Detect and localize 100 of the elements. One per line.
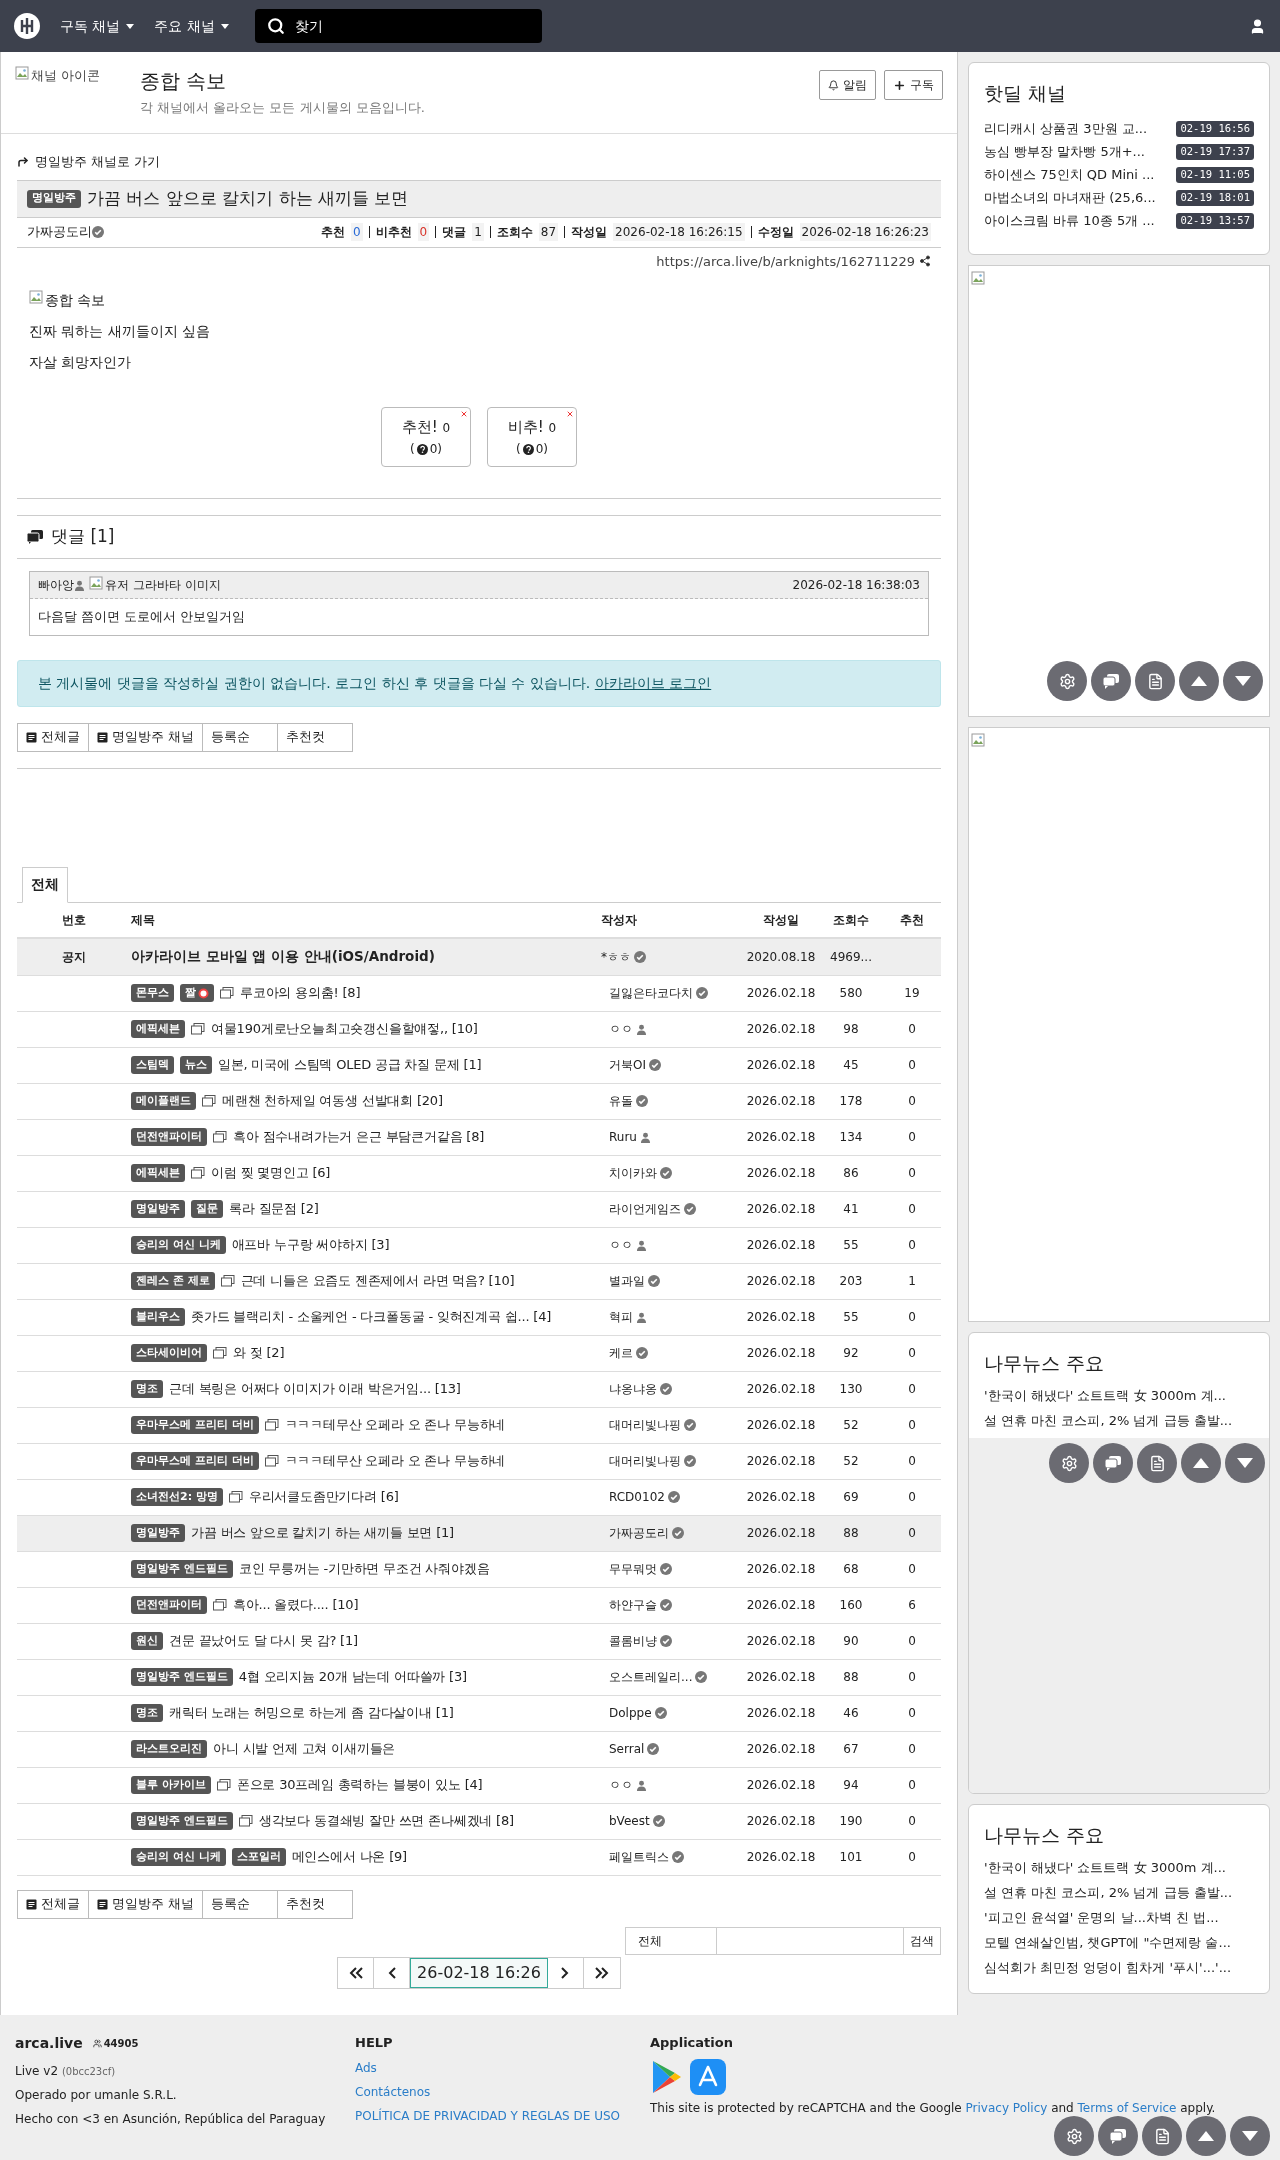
search-input[interactable]: 찾기: [294, 15, 525, 37]
document-button[interactable]: [1142, 2116, 1182, 2156]
search-scope-select[interactable]: 전체: [625, 1926, 717, 1955]
nav-dropdown[interactable]: 구독 채널: [60, 15, 135, 37]
app-store-icon[interactable]: [690, 2058, 726, 2095]
news-link[interactable]: 모텔 연쇄살인범, 챗GPT에 "수면제랑 술...: [984, 1932, 1254, 1958]
post-title-link[interactable]: 근데 복링은 어쩌다 이미지가 이래 박은거임... [13]: [169, 1379, 461, 1399]
post-title-link[interactable]: 흑아 점수내려가는거 은근 부담큰거같음 [8]: [233, 1127, 485, 1147]
post-title-link[interactable]: 근데 니들은 요즘도 젠존제에서 라면 먹음? [10]: [240, 1271, 515, 1291]
author-name: *ㅎㅎ: [601, 948, 631, 966]
channel-action-button[interactable]: 알림: [819, 70, 876, 100]
hot-deal-link[interactable]: 하이센스 75인치 QD Mini ...: [984, 165, 1155, 185]
post-title-link[interactable]: 견문 끝났어도 달 다시 못 감? [1]: [169, 1631, 358, 1651]
settings-button[interactable]: [1047, 661, 1087, 701]
list-button[interactable]: 추천컷: [277, 722, 353, 752]
channel-action-button[interactable]: 구독: [884, 70, 943, 100]
up-button[interactable]: [1186, 2116, 1226, 2156]
post-title-link[interactable]: 코인 무릉꺼는 -기만하면 무조건 사줘야겠음: [238, 1559, 490, 1579]
terms-link[interactable]: Terms of Service: [1077, 2100, 1177, 2115]
post-title-link[interactable]: 우리서클도좀만기다려 [6]: [248, 1487, 399, 1507]
user-icon[interactable]: [1249, 17, 1266, 35]
login-link[interactable]: 아카라이브 로그인: [594, 674, 712, 691]
footer-link[interactable]: POLÍTICA DE PRIVACIDAD Y REGLAS DE USO: [355, 2106, 650, 2125]
notice-title[interactable]: 아카라이브 모바일 앱 이용 안내(iOS/Android): [131, 946, 601, 967]
news-link[interactable]: '한국이 해냈다' 쇼트트랙 女 3000m 계...: [984, 1857, 1254, 1883]
post-title-link[interactable]: 메랜챈 천하제일 여동생 선발대회 [20]: [222, 1091, 443, 1111]
list-button[interactable]: 전체글: [17, 722, 89, 752]
comment-author[interactable]: 빠아앙: [38, 576, 74, 594]
post-date: 2026.02.18: [745, 985, 817, 1002]
news-link[interactable]: 설 연휴 마친 코스피, 2% 넘게 급등 출발...: [984, 1882, 1254, 1908]
post-title-link[interactable]: 생각보다 동결쇄빙 잘만 쓰면 존나쎄겠네 [8]: [258, 1811, 514, 1831]
current-page[interactable]: 26-02-18 16:26: [410, 1957, 548, 1988]
post-title-link[interactable]: 이럼 찢 몇명인고 [6]: [211, 1163, 331, 1183]
news-link[interactable]: '피고인 윤석열' 운명의 날...차벽 친 법...: [984, 1907, 1254, 1933]
post-title-link[interactable]: 일본, 미국에 스팀덱 OLED 공급 차질 문제 [1]: [218, 1055, 482, 1075]
news-link[interactable]: 설 연휴 마친 코스피, 2% 넘게 급등 출발...: [984, 1410, 1254, 1436]
search-button[interactable]: 검색: [903, 1926, 941, 1955]
nav-dropdown[interactable]: 주요 채널: [154, 15, 229, 37]
footer-version: Live v2: [15, 2064, 59, 2078]
list-button[interactable]: 추천컷: [277, 1889, 353, 1919]
list-button[interactable]: 등록순: [202, 1889, 278, 1919]
post-title-link[interactable]: 캐릭터 노래는 허밍으로 하는게 좀 감다살이내 [1]: [169, 1703, 454, 1723]
news-link[interactable]: 심석회가 최민정 엉덩이 힘차게 '푸시'...'...: [984, 1957, 1254, 1983]
down-button[interactable]: [1223, 661, 1263, 701]
post-title-link[interactable]: 아니 시발 언제 고쳐 이새끼들은: [213, 1739, 396, 1759]
share-icon[interactable]: [919, 255, 931, 268]
board-tab[interactable]: 전체: [22, 866, 68, 903]
list-button[interactable]: 전체글: [17, 1889, 89, 1919]
author-name: Dolppe: [609, 1705, 652, 1722]
author-name: 케르: [609, 1345, 633, 1362]
up-button[interactable]: [1179, 661, 1219, 701]
hot-deal-link[interactable]: 리디캐시 상품권 3만원 교...: [984, 119, 1148, 139]
post-title-link[interactable]: 루코아의 용의춤! [8]: [240, 983, 361, 1003]
post-title-link[interactable]: 좃가드 블랙리치 - 소울케언 - 다크폴동굴 - 잊혀진계곡 쉽... [4]: [191, 1307, 552, 1327]
list-button[interactable]: 명일방주 채널: [88, 1889, 203, 1919]
list-button[interactable]: 명일방주 채널: [88, 722, 203, 752]
privacy-policy-link[interactable]: Privacy Policy: [965, 2100, 1048, 2115]
post-row[interactable]: 명일방주 가끔 버스 앞으로 칼치기 하는 새끼들 보면 [1] 가짜공도리 2026.02.18 88 0: [17, 1515, 941, 1552]
author-name: 라이언게임즈: [609, 1201, 681, 1218]
post-title-link[interactable]: 와 젖 [2]: [233, 1343, 285, 1363]
search-field[interactable]: 찾기: [254, 9, 542, 43]
search-input[interactable]: [717, 1926, 903, 1955]
post-title-link[interactable]: 흑아... 올렸다.... [10]: [233, 1595, 359, 1615]
footer-link[interactable]: Contáctenos: [355, 2082, 650, 2101]
logo-icon[interactable]: [14, 13, 40, 39]
view-count: 98: [842, 1021, 860, 1038]
view-count: 90: [842, 1633, 860, 1650]
post-title-link[interactable]: 애프바 누구랑 써야하지 [3]: [231, 1235, 390, 1255]
comments-button[interactable]: [1098, 2116, 1138, 2156]
document-icon: [97, 731, 108, 743]
verified-icon: [634, 950, 646, 963]
footer-link[interactable]: Ads: [355, 2058, 650, 2077]
settings-button[interactable]: [1054, 2116, 1094, 2156]
broken-image-icon: [89, 575, 103, 590]
down-button[interactable]: [1230, 2116, 1270, 2156]
hot-deal-link[interactable]: 아이스크림 바류 10종 5개 ...: [984, 211, 1155, 231]
category-badge: 에픽세븐: [131, 1020, 185, 1038]
notice-row[interactable]: 공지 아카라이브 모바일 앱 이용 안내(iOS/Android) *ㅎㅎ 2020.08.18 4969...: [17, 938, 941, 976]
news-link[interactable]: '한국이 해냈다' 쇼트트랙 女 3000m 계...: [984, 1385, 1254, 1411]
vote-button[interactable]: 추천! 0 ( 0): [381, 407, 471, 467]
post-title-link[interactable]: 4협 오리지늄 20개 남는데 어따쓸까 [3]: [238, 1667, 467, 1687]
hot-deal-link[interactable]: 농심 빵부장 말차빵 5개+...: [984, 142, 1145, 162]
post-title-link[interactable]: ㅋㅋㅋ테무산 오페라 오 존나 무능하네: [284, 1415, 506, 1435]
comments-button[interactable]: [1091, 661, 1131, 701]
stat-label: 비추천: [375, 224, 412, 241]
category-badge: 명일방주 엔드필드: [131, 1560, 233, 1578]
post-title-link[interactable]: 여물190게로난오늘최고숏갱신을할얘젛,, [10]: [211, 1019, 478, 1039]
post-title-link[interactable]: 폰으로 30프레임 총력하는 블붕이 있노 [4]: [236, 1775, 483, 1795]
list-button[interactable]: 등록순: [202, 722, 278, 752]
post-title-link[interactable]: 메인스에서 나온 [9]: [291, 1847, 407, 1867]
post-author[interactable]: 가짜공도리: [27, 222, 92, 242]
post-title-link[interactable]: ㅋㅋㅋ테무산 오페라 오 존나 무능하네: [284, 1451, 506, 1471]
vote-count: 0: [907, 1309, 917, 1326]
document-button[interactable]: [1135, 661, 1175, 701]
post-title-link[interactable]: 가끔 버스 앞으로 칼치기 하는 새끼들 보면 [1]: [191, 1523, 454, 1543]
back-to-channel-link[interactable]: 명일방주 채널로 가기: [17, 152, 941, 172]
vote-button[interactable]: 비추! 0 ( 0): [487, 407, 577, 467]
post-title-link[interactable]: 록라 질문점 [2]: [229, 1199, 319, 1219]
hot-deal-link[interactable]: 마법소녀의 마녀재판 (25,6...: [984, 188, 1156, 208]
author-name: 거북OI: [609, 1057, 646, 1074]
